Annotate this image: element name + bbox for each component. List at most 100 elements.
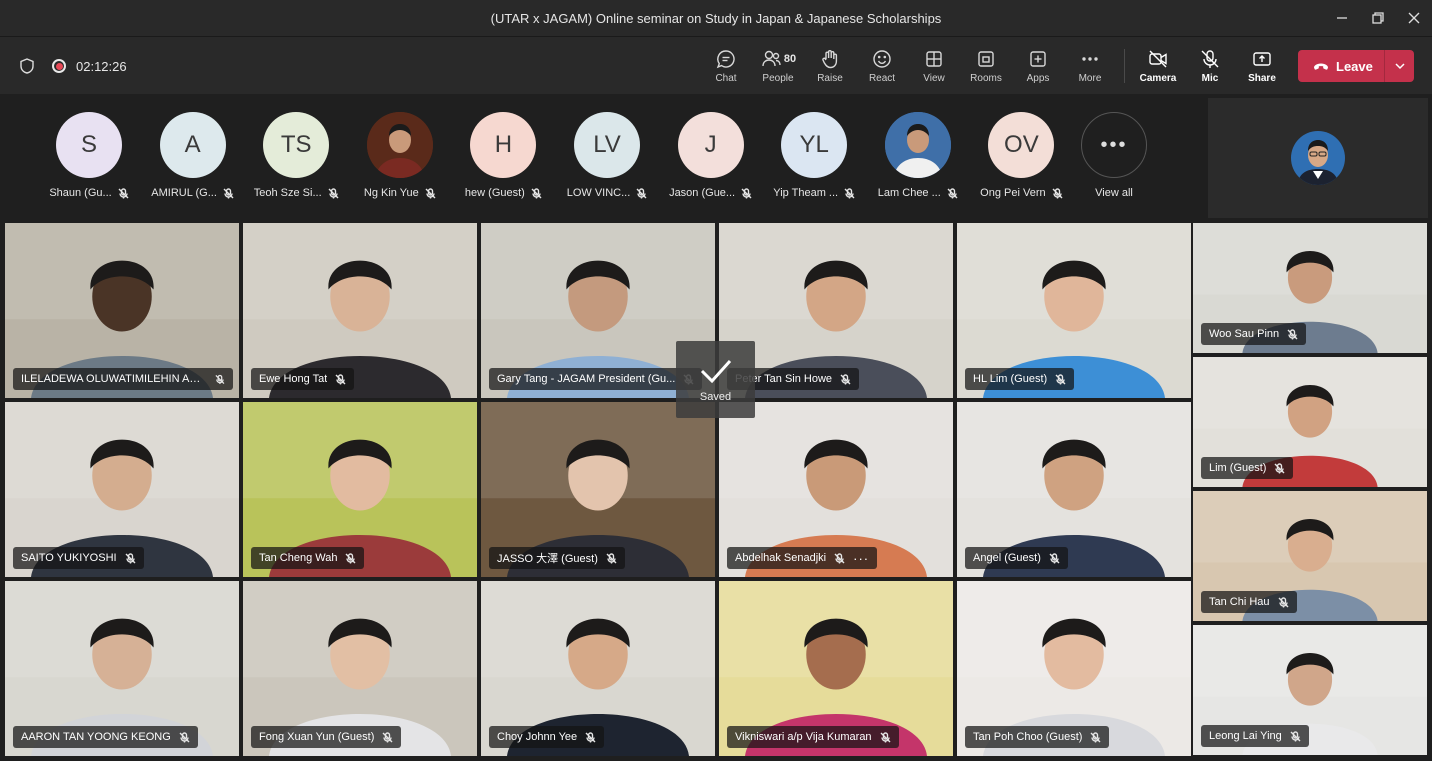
video-tile[interactable]: Lim (Guest): [1193, 357, 1427, 487]
tile-name-label: Vikniswari a/p Vija Kumaran: [727, 726, 899, 748]
video-tile[interactable]: JASSO 大澤 (Guest): [481, 402, 715, 577]
participant-avatar: [884, 112, 951, 178]
mic-off-icon: [606, 552, 617, 563]
people-button[interactable]: 80 People: [752, 37, 804, 95]
mic-off-icon: [382, 731, 393, 742]
strip-participant[interactable]: J Jason (Gue...: [661, 112, 761, 199]
video-tile[interactable]: Tan Poh Choo (Guest): [957, 581, 1191, 756]
tile-name-label: Woo Sau Pinn: [1201, 323, 1307, 345]
video-tile[interactable]: Abdelhak Senadjki ···: [719, 402, 953, 577]
video-tile[interactable]: Vikniswari a/p Vija Kumaran: [719, 581, 953, 756]
video-tile[interactable]: Fong Xuan Yun (Guest): [243, 581, 477, 756]
video-tile[interactable]: Tan Cheng Wah: [243, 402, 477, 577]
participant-avatar: A: [159, 112, 226, 178]
video-tile[interactable]: Angel (Guest): [957, 402, 1191, 577]
participant-name: JASSO 大澤 (Guest): [497, 553, 598, 565]
view-all-label: View all: [1095, 187, 1133, 199]
chevron-down-icon: [1394, 63, 1405, 70]
avatar-photo: [366, 112, 433, 178]
video-tile[interactable]: Choy Johnn Yee: [481, 581, 715, 756]
mic-button[interactable]: Mic: [1184, 37, 1236, 95]
shield-icon[interactable]: [18, 57, 36, 75]
mic-off-icon: [335, 373, 346, 384]
more-options-icon[interactable]: ···: [853, 551, 869, 566]
tile-name-label: SAITO YUKIYOSHI: [13, 547, 144, 569]
chat-button[interactable]: Chat: [700, 37, 752, 95]
video-tile[interactable]: Woo Sau Pinn: [1193, 223, 1427, 353]
view-all-button[interactable]: ••• View all: [1064, 112, 1164, 199]
react-button[interactable]: React: [856, 37, 908, 95]
video-tile[interactable]: Ewe Hong Tat: [243, 223, 477, 398]
leave-button[interactable]: Leave: [1298, 50, 1384, 82]
participant-avatar: S: [56, 112, 122, 178]
rooms-button[interactable]: Rooms: [960, 37, 1012, 95]
strip-participant[interactable]: A AMIRUL (G...: [143, 112, 243, 199]
strip-participant[interactable]: Hhew (Guest): [453, 112, 553, 199]
strip-participant[interactable]: YL Yip Theam ...: [764, 112, 864, 199]
strip-participant-name: Teoh Sze Si...: [253, 187, 322, 199]
recording-icon: [52, 59, 66, 73]
avatar-initials: LV: [593, 131, 621, 158]
close-button[interactable]: [1396, 0, 1432, 36]
strip-participant-name: Ong Pei Vern: [980, 187, 1046, 199]
video-tile[interactable]: SAITO YUKIYOSHI: [5, 402, 239, 577]
mic-off-icon: [125, 552, 136, 563]
more-button[interactable]: More: [1064, 37, 1116, 95]
video-tile[interactable]: Leong Lai Ying: [1193, 625, 1427, 755]
share-screen-icon: [1253, 52, 1271, 66]
avatar-initials: H: [494, 131, 513, 158]
strip-participant-name: Jason (Gue...: [669, 187, 736, 199]
tile-name-label: HL Lim (Guest): [965, 368, 1075, 390]
restore-button[interactable]: [1360, 0, 1396, 36]
mic-off-icon: [215, 374, 225, 384]
checkmark-icon: [700, 359, 731, 383]
meeting-timer: 02:12:26: [76, 58, 127, 74]
more-icon: [1082, 57, 1098, 61]
rooms-icon: [978, 51, 994, 67]
strip-participant[interactable]: TS Teoh Sze Si...: [246, 112, 346, 199]
camera-button[interactable]: Camera: [1132, 37, 1184, 95]
mic-off-icon: [1278, 596, 1289, 607]
apps-button[interactable]: Apps: [1012, 37, 1064, 95]
raise-label: Raise: [817, 73, 843, 84]
leave-options-button[interactable]: [1385, 60, 1414, 72]
strip-participant[interactable]: S Shaun (Gu...: [39, 112, 139, 199]
people-icon: [762, 50, 781, 67]
react-label: React: [868, 73, 896, 84]
mic-off-icon: [531, 187, 542, 198]
chat-label: Chat: [715, 73, 737, 84]
view-button[interactable]: View: [908, 37, 960, 95]
strip-participant[interactable]: LV LOW VINC...: [557, 112, 657, 199]
tile-name-label: ILELADEWA OLUWATIMILEHIN ADEKU...: [13, 368, 233, 390]
mic-off-icon: [834, 552, 845, 563]
tile-name-label: Tan Cheng Wah: [251, 547, 365, 569]
tile-name-label: Leong Lai Ying: [1201, 725, 1309, 747]
close-icon: [1408, 12, 1420, 24]
tile-name-label: Tan Poh Choo (Guest): [965, 726, 1110, 748]
mic-off-icon: [1055, 373, 1066, 384]
minimize-button[interactable]: [1324, 0, 1360, 36]
share-button[interactable]: Share: [1236, 37, 1288, 95]
participant-name: Choy Johnn Yee: [497, 731, 578, 743]
mic-off-icon: [844, 187, 855, 198]
mic-off-icon: [636, 187, 647, 198]
strip-participant[interactable]: Ng Kin Yue: [350, 112, 450, 199]
video-tile[interactable]: AARON TAN YOONG KEONG: [5, 581, 239, 756]
apps-label: Apps: [1026, 73, 1050, 84]
avatar-initials: S: [80, 131, 97, 158]
video-tile[interactable]: ILELADEWA OLUWATIMILEHIN ADEKU...: [5, 223, 239, 398]
mic-off-icon: [1049, 552, 1060, 563]
video-tile[interactable]: HL Lim (Guest): [957, 223, 1191, 398]
video-tile[interactable]: Tan Chi Hau: [1193, 491, 1427, 621]
participant-name: Gary Tang - JAGAM President (Gu...: [497, 373, 676, 385]
strip-participant-name: Ng Kin Yue: [363, 187, 419, 199]
participant-name: Vikniswari a/p Vija Kumaran: [735, 731, 872, 743]
participant-name: Ewe Hong Tat: [259, 373, 328, 385]
strip-participant[interactable]: Lam Chee ...: [868, 112, 968, 199]
self-view[interactable]: [1208, 98, 1428, 218]
strip-participant-name: hew (Guest): [464, 187, 525, 199]
apps-plus-icon: [1030, 51, 1046, 67]
raise-hand-button[interactable]: Raise: [804, 37, 856, 95]
strip-participant[interactable]: OV Ong Pei Vern: [971, 112, 1071, 199]
participant-name: Lim (Guest): [1209, 462, 1267, 474]
